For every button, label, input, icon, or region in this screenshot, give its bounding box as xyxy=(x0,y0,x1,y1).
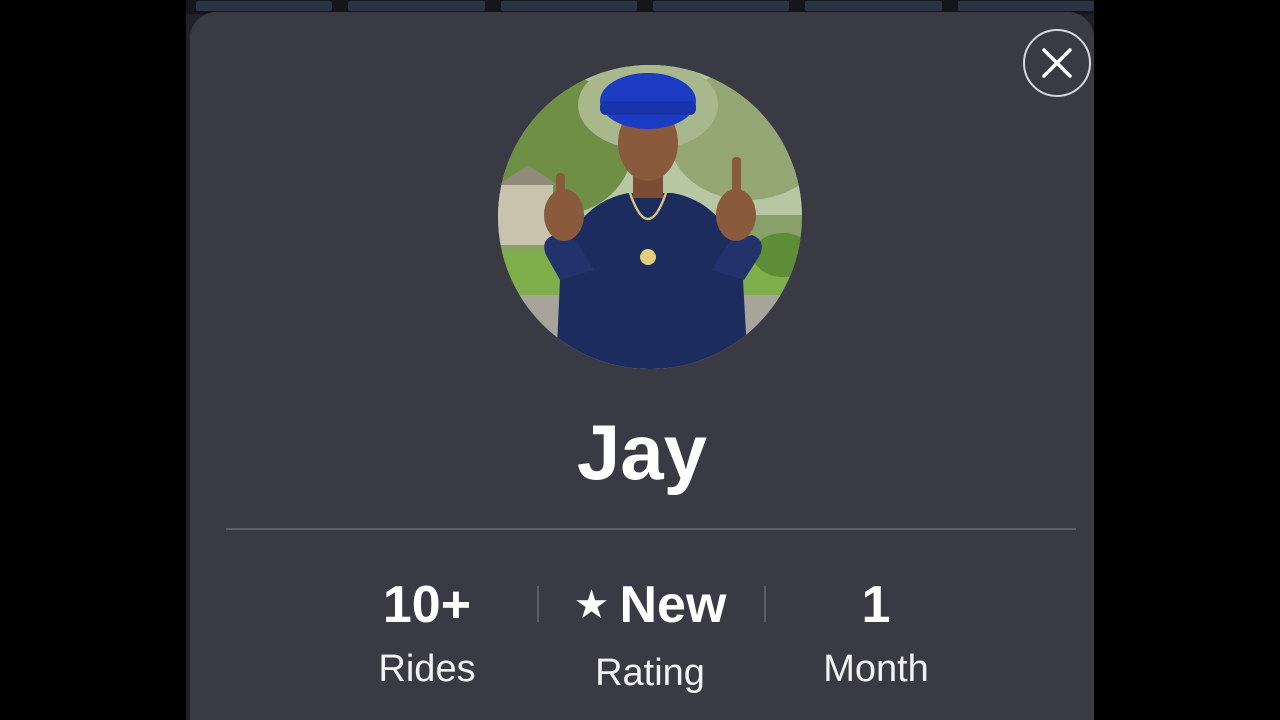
stat-month-label: Month xyxy=(823,648,929,690)
stat-rides: 10+ Rides xyxy=(317,572,537,694)
close-icon xyxy=(1042,48,1072,78)
stat-rating-label: Rating xyxy=(595,652,705,694)
app-window: Jay 10+ Rides ★ New Rating 1 Month xyxy=(186,0,1094,720)
close-button[interactable] xyxy=(1023,29,1091,97)
map-tile xyxy=(652,1,790,11)
stat-rides-label: Rides xyxy=(378,648,476,690)
stat-rating: ★ New Rating xyxy=(540,572,760,698)
driver-profile-sheet: Jay 10+ Rides ★ New Rating 1 Month xyxy=(190,12,1094,720)
map-tile xyxy=(805,1,942,11)
map-tile xyxy=(348,1,485,11)
screen: Jay 10+ Rides ★ New Rating 1 Month xyxy=(0,0,1280,720)
stat-rating-value-wrap: ★ New xyxy=(540,572,760,642)
stat-month: 1 Month xyxy=(766,572,986,694)
avatar[interactable] xyxy=(498,65,802,369)
profile-photo xyxy=(498,65,802,369)
map-tile xyxy=(957,1,1094,11)
stat-separator xyxy=(537,586,539,622)
star-icon: ★ xyxy=(573,583,610,627)
driver-name: Jay xyxy=(576,408,708,496)
stat-month-value: 1 xyxy=(861,576,891,634)
divider xyxy=(226,528,1076,530)
stat-rating-value: New xyxy=(619,576,727,634)
map-tile xyxy=(196,1,333,11)
stat-rides-value: 10+ xyxy=(382,576,472,634)
map-tile xyxy=(500,1,637,11)
